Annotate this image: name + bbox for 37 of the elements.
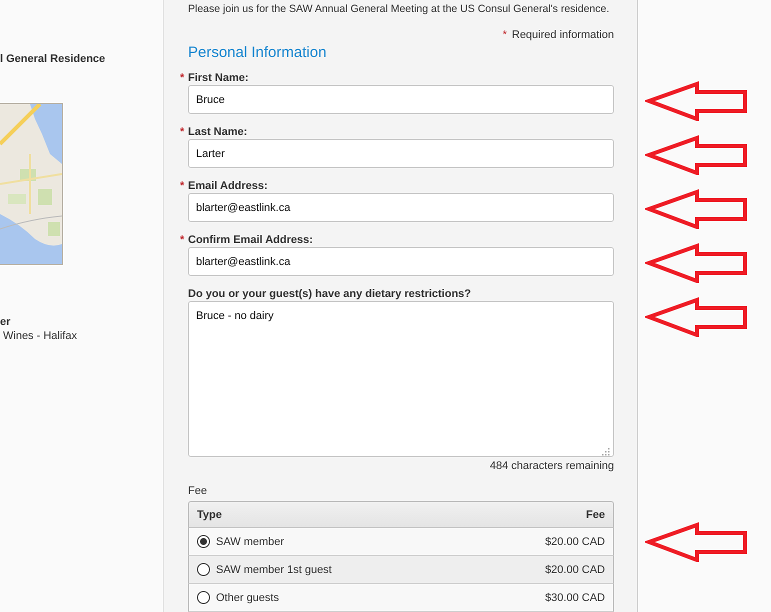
resize-grip-icon[interactable] [602, 448, 610, 456]
radio-button[interactable] [197, 535, 210, 548]
column-header: Type [197, 508, 222, 520]
required-marker: * [180, 179, 184, 193]
required-note: Required information [512, 29, 614, 41]
input-field[interactable]: Larter [188, 139, 614, 168]
arrow-icon [645, 297, 749, 337]
arrow-icon [645, 522, 749, 562]
required-marker: * [180, 125, 184, 139]
input-field[interactable]: Bruce [188, 85, 614, 114]
radio-button[interactable] [197, 563, 210, 576]
input-field[interactable]: blarter@eastlink.ca [188, 193, 614, 222]
fee-label: Fee [188, 484, 208, 499]
fee-type: Other guests [216, 592, 279, 604]
required-marker: * [502, 29, 507, 41]
column-header: Fee [586, 508, 605, 520]
field-label: Do you or your guest(s) have any dietary restrictions? [188, 287, 472, 301]
fee-amount: $20.00 CAD [545, 564, 605, 576]
text-area[interactable]: Bruce - no dairy [188, 301, 614, 457]
arrow-icon [645, 243, 749, 283]
fee-amount: $30.00 CAD [545, 592, 605, 604]
arrow-icon [645, 135, 749, 175]
sponsor-title: er [0, 315, 12, 329]
fee-amount: $20.00 CAD [545, 536, 605, 548]
required-marker: * [180, 71, 184, 85]
fee-type: SAW member [216, 536, 284, 548]
venue-name: l General Residence [0, 52, 106, 66]
fee-type: SAW member 1st guest [216, 564, 332, 576]
sponsor-name: Wines - Halifax [3, 329, 78, 344]
section-title: Personal Information [188, 44, 328, 62]
input-field[interactable]: blarter@eastlink.ca [188, 247, 614, 276]
arrow-icon [645, 81, 749, 121]
radio-button[interactable] [197, 591, 210, 604]
character-counter: 484 characters remaining [488, 459, 614, 473]
arrow-icon [645, 189, 749, 229]
required-marker: * [180, 233, 184, 247]
intro-text: Please join us for the SAW Annual General Meeting at the US Consul General's residence. [188, 3, 610, 16]
